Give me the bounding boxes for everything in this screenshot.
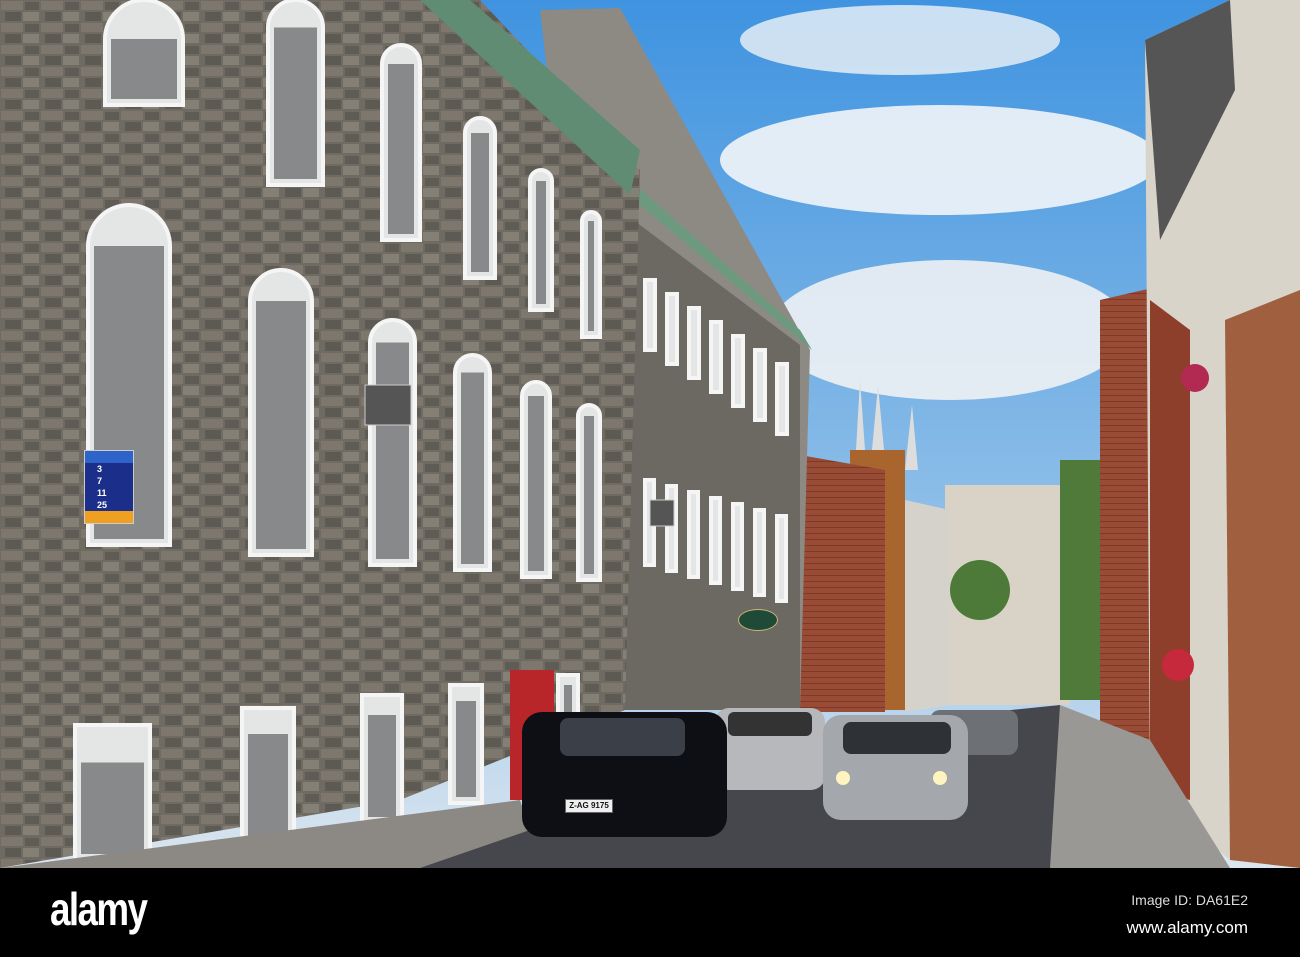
window — [753, 348, 767, 422]
tree — [1060, 460, 1105, 700]
window — [665, 292, 679, 366]
window — [687, 306, 701, 380]
bus-route-number: 11 — [97, 488, 107, 498]
window — [709, 496, 722, 585]
window — [775, 362, 789, 436]
window — [709, 320, 723, 394]
license-plate: Z-AG 9175 — [565, 799, 613, 813]
watermark-url: www.alamy.com — [1126, 918, 1248, 937]
shop-sign — [738, 609, 778, 631]
bus-route-number: 25 — [97, 500, 108, 510]
street-photo: 3 7 11 25 Z-AG 9175 alamy Image ID: DA61… — [0, 0, 1300, 957]
window — [753, 508, 766, 597]
bus-route-number: 3 — [97, 464, 103, 474]
window — [665, 484, 678, 573]
image-id: Image ID: DA61E2 — [1131, 892, 1248, 908]
bus-route-number: 7 — [97, 476, 103, 486]
car-black-bmw — [522, 712, 727, 837]
street-lamp — [364, 384, 412, 426]
watermark-footer: alamy Image ID: DA61E2 www.alamy.com — [0, 868, 1300, 957]
window — [731, 502, 744, 591]
window — [643, 278, 657, 352]
window — [687, 490, 700, 579]
window — [775, 514, 788, 603]
bus-stop-sign: 3 7 11 25 — [84, 450, 134, 524]
car-silver-honda — [823, 715, 968, 820]
street-scene-illustration — [0, 0, 1300, 868]
window — [731, 334, 745, 408]
brick-building — [800, 455, 885, 712]
alamy-logo: alamy — [50, 883, 148, 935]
car-silver-back — [715, 708, 825, 790]
